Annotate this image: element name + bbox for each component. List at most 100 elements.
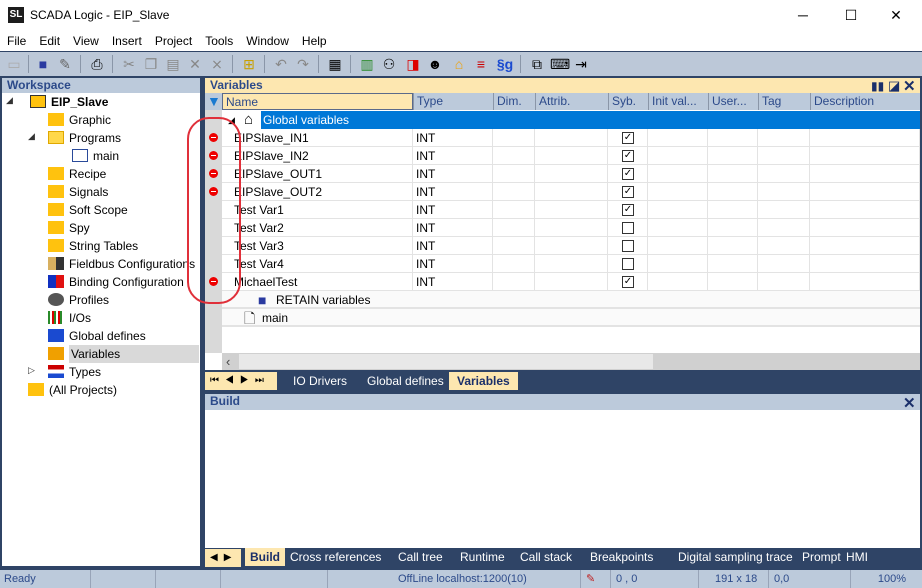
- keyboard-icon[interactable]: ⌨: [550, 55, 570, 73]
- variable-row[interactable]: Test Var3 INT: [222, 237, 920, 255]
- tree-item-types[interactable]: Types: [48, 363, 101, 381]
- profile-icon[interactable]: ☻: [426, 55, 444, 73]
- output-tab-call-stack[interactable]: Call stack: [515, 548, 577, 566]
- close-button[interactable]: ✕: [878, 4, 914, 26]
- group-row-global-variables[interactable]: ◢ ⌂ Global variables: [222, 111, 920, 129]
- variable-row[interactable]: Test Var1 INT ✓: [222, 201, 920, 219]
- save-icon[interactable]: ■: [34, 55, 52, 73]
- output-tab-prompt[interactable]: Prompt: [797, 548, 846, 566]
- collapsed-arrow-icon[interactable]: ▷: [28, 365, 35, 376]
- expanded-arrow-icon[interactable]: ◢: [6, 95, 13, 106]
- edit-icon[interactable]: ◪: [888, 78, 900, 94]
- horizontal-scrollbar[interactable]: ‹: [222, 353, 920, 370]
- subgroup-row[interactable]: ■ RETAIN variables: [222, 291, 920, 309]
- output-tab-breakpoints[interactable]: Breakpoints: [585, 548, 658, 566]
- output-tab-runtime[interactable]: Runtime: [455, 548, 510, 566]
- tree-item-global-defines[interactable]: Global defines: [48, 327, 146, 345]
- symbol-checkbox[interactable]: [622, 222, 634, 234]
- windows-icon[interactable]: ⧉: [528, 55, 546, 73]
- column-name[interactable]: Name: [222, 93, 413, 110]
- scroll-left-icon[interactable]: ‹: [226, 353, 230, 370]
- tab-global-defines[interactable]: Global defines: [359, 372, 452, 390]
- column-tag[interactable]: Tag: [758, 93, 810, 110]
- variable-row[interactable]: Test Var4 INT: [222, 255, 920, 273]
- symbol-checkbox[interactable]: [622, 258, 634, 270]
- binding-icon[interactable]: ◨: [404, 55, 422, 73]
- dock-icon[interactable]: ▮▮: [871, 79, 884, 93]
- tree-item-i-os[interactable]: I/Os: [48, 309, 91, 327]
- menu-file[interactable]: File: [0, 31, 32, 49]
- output-tab-digital-sampling-trace[interactable]: Digital sampling trace: [673, 548, 798, 566]
- tree-item-profiles[interactable]: Profiles: [48, 291, 109, 309]
- output-tab-cross-references[interactable]: Cross references: [285, 548, 386, 566]
- menu-project[interactable]: Project: [148, 31, 198, 49]
- download-icon[interactable]: ⇥: [572, 55, 590, 73]
- output-tab-call-tree[interactable]: Call tree: [393, 548, 448, 566]
- tree-item-string-tables[interactable]: String Tables: [48, 237, 138, 255]
- symbol-checkbox[interactable]: [622, 240, 634, 252]
- variable-row[interactable]: EIPSlave_IN2 INT ✓: [222, 147, 920, 165]
- tree-item-main[interactable]: main: [72, 147, 119, 165]
- filter-icon[interactable]: ▼: [207, 93, 221, 109]
- variables-icon[interactable]: ⌂: [450, 55, 468, 73]
- scroll-thumb[interactable]: [239, 354, 653, 369]
- tree-item--all-projects-[interactable]: (All Projects): [28, 381, 117, 399]
- symbol-checkbox[interactable]: ✓: [622, 204, 634, 216]
- print-icon[interactable]: ⎙: [88, 55, 106, 73]
- defines-icon[interactable]: §g: [494, 55, 516, 73]
- menu-view[interactable]: View: [66, 31, 105, 49]
- symbol-checkbox[interactable]: ✓: [622, 186, 634, 198]
- variable-row[interactable]: MichaelTest INT ✓: [222, 273, 920, 291]
- delete-all-icon[interactable]: ⨯: [208, 55, 226, 73]
- tree-item-fieldbus-configurations[interactable]: Fieldbus Configurations: [48, 255, 195, 273]
- column-dim[interactable]: Dim.: [493, 93, 535, 110]
- tree-item-variables[interactable]: Variables: [48, 345, 199, 363]
- menu-window[interactable]: Window: [239, 31, 295, 49]
- tree-item-spy[interactable]: Spy: [48, 219, 90, 237]
- variable-row[interactable]: EIPSlave_OUT1 INT ✓: [222, 165, 920, 183]
- symbol-checkbox[interactable]: ✓: [622, 132, 634, 144]
- tab-io-drivers[interactable]: IO Drivers: [285, 372, 355, 390]
- fieldbus-icon[interactable]: ⚇: [380, 55, 398, 73]
- column-attrib[interactable]: Attrib.: [535, 93, 608, 110]
- delete-icon[interactable]: ✕: [186, 55, 204, 73]
- menu-edit[interactable]: Edit: [32, 31, 66, 49]
- maximize-button[interactable]: ☐: [833, 4, 869, 26]
- column-initval[interactable]: Init val...: [648, 93, 708, 110]
- paste-icon[interactable]: ▤: [164, 55, 182, 73]
- tree-item-programs[interactable]: Programs: [48, 129, 121, 147]
- io-icon[interactable]: ▥: [358, 55, 376, 73]
- tree-item-signals[interactable]: Signals: [48, 183, 108, 201]
- output-tab-build[interactable]: Build: [245, 548, 285, 566]
- output-tab-navigation[interactable]: ◀▶: [205, 549, 241, 567]
- new-icon[interactable]: ▭: [5, 55, 23, 73]
- column-type[interactable]: Type: [413, 93, 493, 110]
- types-icon[interactable]: ≡: [472, 55, 490, 73]
- tab-variables[interactable]: Variables: [449, 372, 518, 390]
- cut-icon[interactable]: ✂: [120, 55, 138, 73]
- tab-navigation[interactable]: ⏮◀▶⏭: [205, 372, 277, 390]
- menu-insert[interactable]: Insert: [105, 31, 148, 49]
- output-tab-hmi[interactable]: HMI: [841, 548, 873, 566]
- subgroup-row[interactable]: 🗋 main: [222, 309, 920, 327]
- variable-row[interactable]: EIPSlave_IN1 INT ✓: [222, 129, 920, 147]
- tree-item-binding-configuration[interactable]: Binding Configuration: [48, 273, 184, 291]
- menu-tools[interactable]: Tools: [198, 31, 239, 49]
- tree-item-graphic[interactable]: Graphic: [48, 111, 111, 129]
- redo-icon[interactable]: ↷: [294, 55, 312, 73]
- minimize-button[interactable]: ─: [785, 4, 821, 26]
- column-description[interactable]: Description: [810, 93, 920, 110]
- menu-help[interactable]: Help: [295, 31, 333, 49]
- close-build-icon[interactable]: ✕: [903, 394, 916, 412]
- tree-item-eip-slave[interactable]: EIP_Slave: [30, 93, 108, 111]
- symbol-checkbox[interactable]: ✓: [622, 276, 634, 288]
- insert-variable-icon[interactable]: ▦: [326, 55, 344, 73]
- column-user[interactable]: User...: [708, 93, 758, 110]
- tree-item-soft-scope[interactable]: Soft Scope: [48, 201, 128, 219]
- column-syb[interactable]: Syb.: [608, 93, 648, 110]
- symbol-checkbox[interactable]: ✓: [622, 168, 634, 180]
- save-as-icon[interactable]: ✎: [56, 55, 74, 73]
- symbol-checkbox[interactable]: ✓: [622, 150, 634, 162]
- copy-icon[interactable]: ❐: [142, 55, 160, 73]
- insert-object-icon[interactable]: ⊞: [240, 55, 258, 73]
